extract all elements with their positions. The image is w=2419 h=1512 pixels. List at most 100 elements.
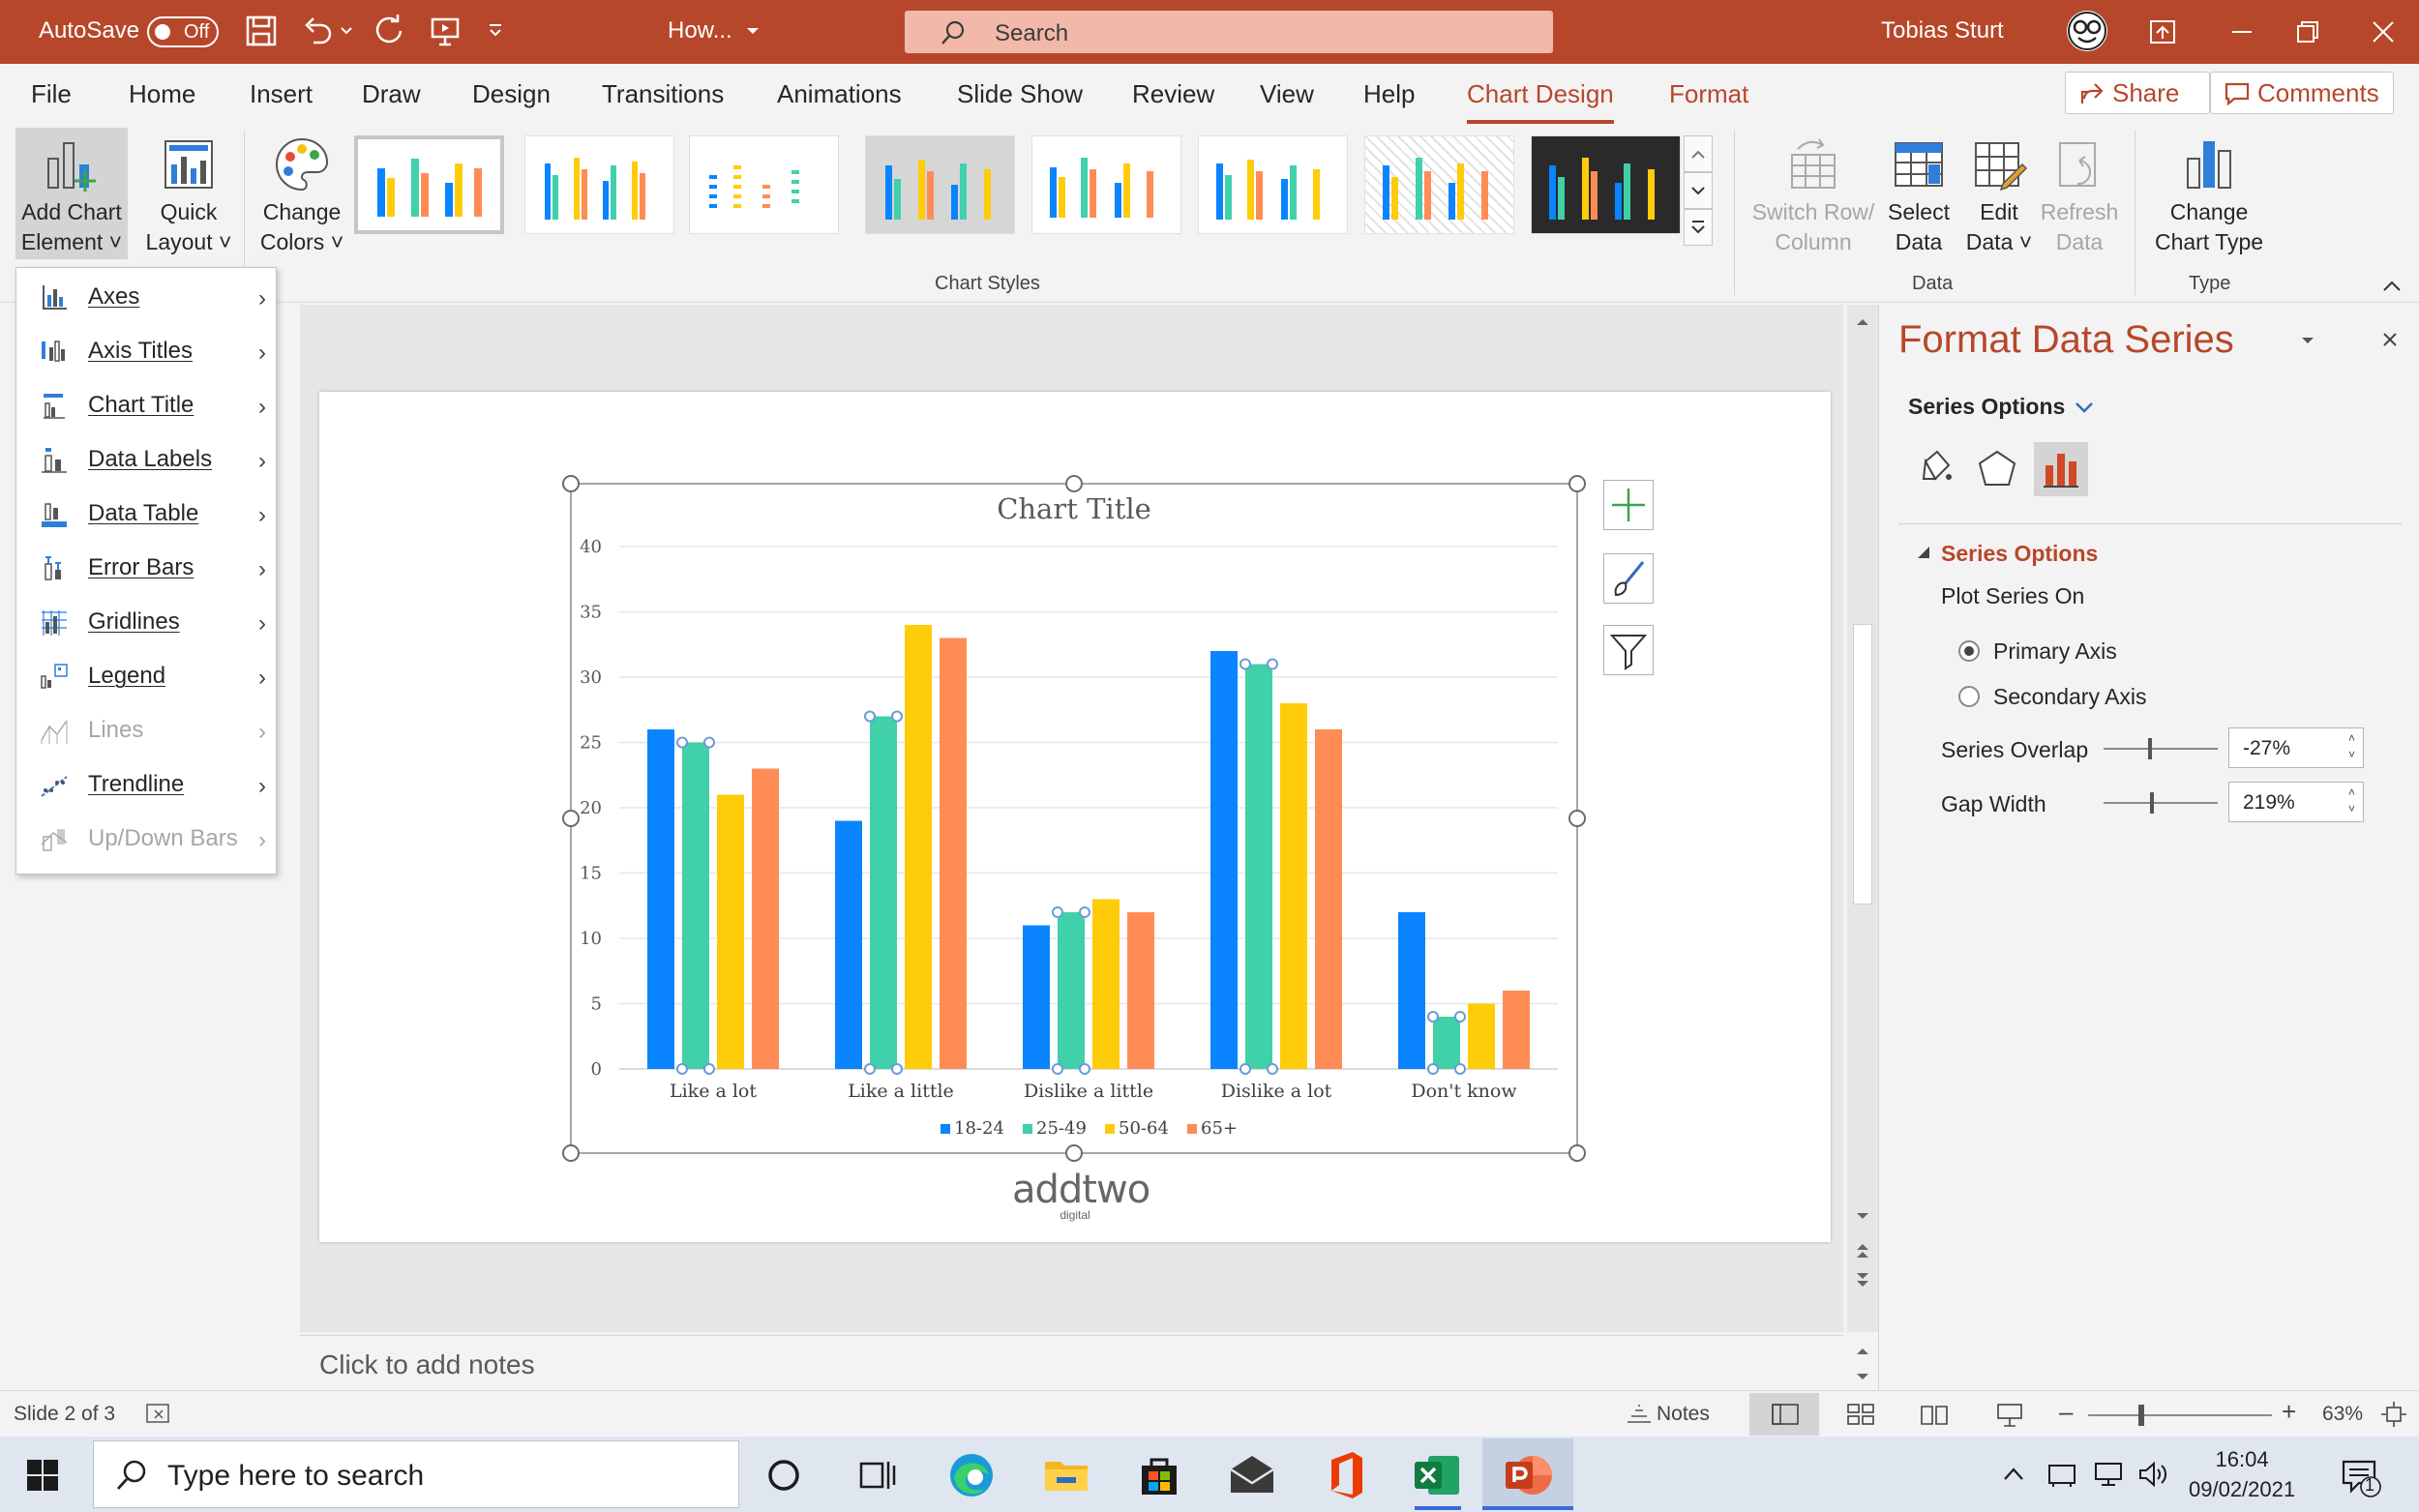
comments-button[interactable]: Comments — [2210, 72, 2394, 114]
gap-width-thumb[interactable] — [2150, 792, 2154, 814]
office-icon[interactable] — [1318, 1448, 1372, 1502]
slide-show-icon[interactable] — [1995, 1401, 2024, 1428]
section-collapse-icon[interactable] — [1916, 545, 1931, 560]
series-overlap-thumb[interactable] — [2148, 738, 2152, 759]
switch-row-column-button[interactable]: Switch Row/ Column — [1747, 135, 1879, 257]
ribbon-display-icon[interactable] — [2148, 17, 2177, 46]
menu-item-lines[interactable]: Lines › — [16, 703, 276, 757]
edit-data-button[interactable]: Edit Data ˅ — [1962, 135, 2036, 257]
bar-25-49-2[interactable] — [1058, 912, 1085, 1069]
tab-draw[interactable]: Draw — [362, 79, 421, 109]
chart-style-8[interactable] — [1531, 135, 1681, 234]
autosave-toggle[interactable]: Off — [147, 16, 219, 47]
customize-toolbar-icon[interactable] — [486, 21, 505, 41]
select-data-button[interactable]: Select Data — [1883, 135, 1955, 257]
chart-resize-handle[interactable] — [1568, 810, 1586, 827]
slide-sorter-icon[interactable] — [1846, 1403, 1875, 1426]
section-title[interactable]: Series Options — [1941, 541, 2098, 567]
secondary-axis-label[interactable]: Secondary Axis — [1993, 684, 2147, 710]
tab-review[interactable]: Review — [1132, 79, 1214, 109]
series-overlap-input[interactable]: -27% ˄ ˅ — [2228, 727, 2364, 768]
scroll-up-icon[interactable] — [1853, 312, 1872, 332]
network-icon[interactable] — [2092, 1460, 2125, 1489]
menu-item-trendline[interactable]: Trendline › — [16, 757, 276, 812]
chart-style-4[interactable] — [865, 135, 1015, 234]
cortana-icon[interactable] — [757, 1448, 811, 1502]
pane-options-dropdown-icon[interactable] — [2299, 332, 2316, 349]
menu-item-data-labels[interactable]: Data Labels › — [16, 432, 276, 487]
change-colors-button[interactable]: Change Colors ˅ — [254, 135, 350, 257]
share-button[interactable]: Share — [2065, 72, 2210, 114]
secondary-axis-radio[interactable] — [1958, 686, 1980, 707]
volume-icon[interactable] — [2136, 1460, 2169, 1489]
tab-file[interactable]: File — [31, 79, 72, 109]
bar-25-49-3[interactable] — [1245, 664, 1272, 1070]
restore-icon[interactable] — [2293, 17, 2322, 46]
document-title[interactable]: How... — [668, 17, 732, 44]
tab-home[interactable]: Home — [129, 79, 195, 109]
primary-axis-label[interactable]: Primary Axis — [1993, 638, 2117, 665]
chart-style-2[interactable] — [524, 135, 674, 234]
fit-to-window-icon[interactable] — [2380, 1401, 2407, 1428]
series-options-dropdown[interactable]: Series Options — [1908, 394, 2065, 420]
pane-close-icon[interactable] — [2378, 328, 2402, 351]
notes-pane[interactable]: Click to add notes — [300, 1335, 1868, 1390]
chart[interactable]: 0 5 10 15 20 25 30 35 40 Chart Title Like a lot Lik… — [561, 474, 1587, 1171]
bar-50-64-3[interactable] — [1280, 703, 1307, 1069]
menu-item-axis-titles[interactable]: Axis Titles › — [16, 324, 276, 378]
task-view-icon[interactable] — [850, 1448, 904, 1502]
user-avatar-icon[interactable] — [2065, 9, 2109, 53]
chart-elements-button[interactable] — [1603, 480, 1654, 530]
effects-icon[interactable] — [1976, 448, 2018, 490]
zoom-level[interactable]: 63% — [2322, 1403, 2363, 1426]
series-overlap-slider[interactable] — [2104, 738, 2218, 759]
chart-styles-button[interactable] — [1603, 553, 1654, 604]
onedrive-icon[interactable] — [2046, 1460, 2078, 1489]
spin-down-icon[interactable]: ˅ — [2348, 748, 2355, 761]
mail-icon[interactable] — [1225, 1448, 1279, 1502]
scroll-thumb[interactable] — [1853, 624, 1872, 904]
chart-resize-handle[interactable] — [1568, 1144, 1586, 1162]
redo-icon[interactable] — [372, 14, 406, 48]
bar-65+-0[interactable] — [752, 768, 779, 1070]
chart-style-6[interactable] — [1198, 135, 1348, 234]
gallery-scroll-down[interactable] — [1684, 172, 1713, 209]
bar-25-49-1[interactable] — [870, 716, 897, 1070]
gallery-expand[interactable] — [1684, 209, 1713, 246]
taskbar-search-box[interactable]: Type here to search — [93, 1440, 739, 1508]
chart-style-3[interactable] — [689, 135, 839, 234]
change-chart-type-button[interactable]: Change Chart Type — [2146, 135, 2272, 257]
windows-start-icon[interactable] — [25, 1458, 60, 1493]
edge-icon[interactable] — [944, 1448, 999, 1502]
bar-65+-3[interactable] — [1315, 729, 1342, 1069]
tab-format[interactable]: Format — [1669, 79, 1748, 109]
chart-resize-handle[interactable] — [1065, 475, 1083, 492]
gap-width-input[interactable]: 219% ˄ ˅ — [2228, 782, 2364, 822]
close-icon[interactable] — [2369, 17, 2398, 46]
save-icon[interactable] — [244, 14, 279, 48]
tab-transitions[interactable]: Transitions — [602, 79, 724, 109]
bar-18-24-4[interactable] — [1398, 912, 1425, 1069]
series-options-tab[interactable] — [2034, 442, 2088, 496]
canvas-vertical-scrollbar[interactable] — [1847, 305, 1878, 1332]
collapse-ribbon-icon[interactable] — [2380, 279, 2404, 294]
quick-layout-button[interactable]: Quick Layout ˅ — [135, 135, 242, 257]
scroll-down-icon[interactable] — [1853, 1206, 1872, 1226]
notification-center-icon[interactable] — [2340, 1456, 2382, 1498]
gap-width-slider[interactable] — [2104, 792, 2218, 814]
bar-50-64-0[interactable] — [717, 794, 744, 1070]
spin-up-icon[interactable]: ˄ — [2348, 731, 2355, 745]
zoom-in-button[interactable]: + — [2282, 1397, 2296, 1427]
tab-view[interactable]: View — [1260, 79, 1314, 109]
undo-icon[interactable] — [300, 14, 335, 48]
tab-slide-show[interactable]: Slide Show — [957, 79, 1083, 109]
notes-scroll-down-icon[interactable] — [1853, 1367, 1872, 1386]
present-icon[interactable] — [428, 14, 463, 48]
gallery-scroll-up[interactable] — [1684, 135, 1713, 172]
menu-item-legend[interactable]: Legend › — [16, 649, 276, 703]
chart-style-7[interactable] — [1364, 135, 1514, 234]
chart-resize-handle[interactable] — [1568, 475, 1586, 492]
fill-line-icon[interactable] — [1914, 448, 1956, 490]
zoom-out-button[interactable]: – — [2059, 1397, 2073, 1427]
bar-18-24-1[interactable] — [835, 820, 862, 1070]
